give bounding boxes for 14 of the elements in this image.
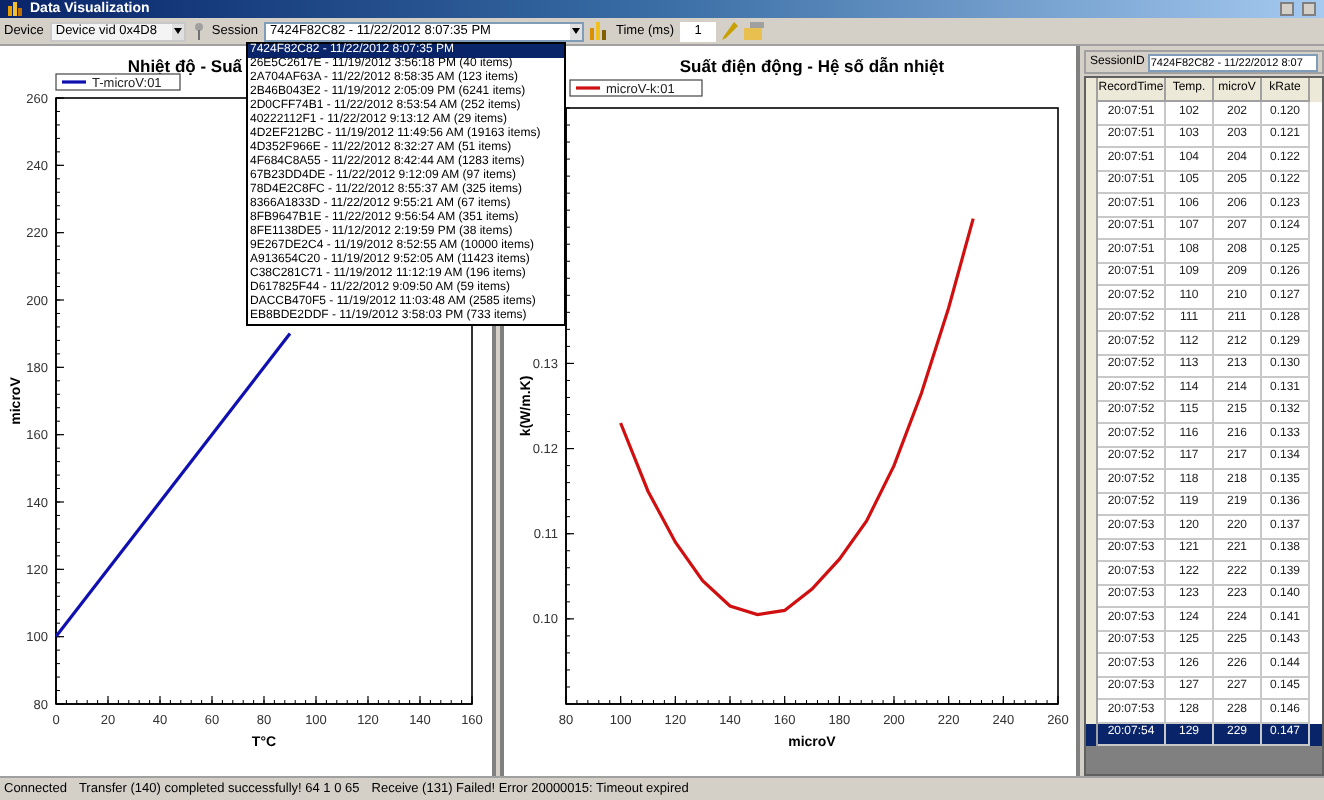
maximize-button[interactable] (1302, 2, 1316, 16)
legend-box (55, 73, 181, 91)
chart-title: Suất điện động - Hệ số dẫn nhiệt (679, 56, 945, 76)
bar-chart-icon[interactable] (590, 22, 606, 40)
caret-icon (171, 23, 184, 39)
legend-line-icon (576, 86, 600, 90)
pin-icon[interactable] (191, 22, 206, 40)
pen-icon[interactable] (722, 22, 739, 40)
minimize-button[interactable] (1280, 2, 1294, 16)
folder-icon[interactable] (744, 22, 765, 40)
chart-title: Nhiệt độ - Suấ (127, 56, 242, 76)
caret-icon (570, 23, 582, 39)
legend-line-icon (62, 80, 86, 84)
chart-icon (8, 2, 22, 16)
